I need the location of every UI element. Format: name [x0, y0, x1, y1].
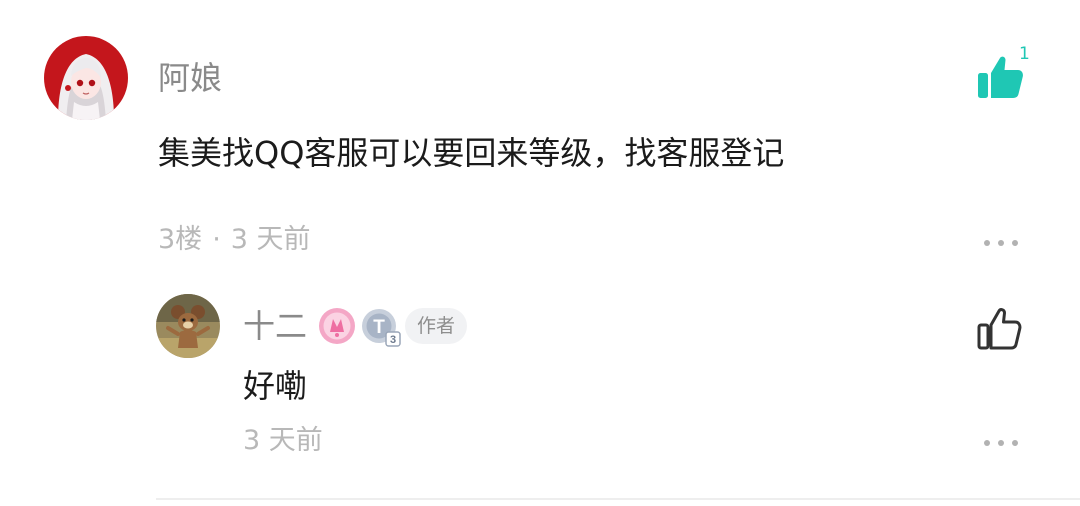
avatar[interactable] — [44, 36, 128, 120]
comment-meta: 3楼 · 3 天前 — [158, 220, 311, 260]
pink-badge-icon — [319, 308, 355, 344]
level-badge-letter: T — [373, 317, 385, 338]
level-badge-icon[interactable]: T 3 — [360, 307, 402, 347]
floor-number: 3楼 — [158, 224, 203, 255]
fan-badge-icon[interactable] — [318, 307, 356, 345]
more-options-icon[interactable] — [984, 236, 1018, 250]
reply-like-button[interactable] — [976, 306, 1022, 352]
author-tag: 作者 — [405, 308, 468, 344]
reply-more-options-icon[interactable] — [984, 436, 1018, 450]
reply-content: 好嘞 — [243, 367, 308, 405]
divider — [156, 498, 1080, 500]
comment-time: 3 天前 — [230, 224, 311, 255]
thumbs-up-outline-icon — [977, 308, 1022, 350]
reply-author-name[interactable]: 十二 — [243, 306, 307, 346]
comment-content: 集美找QQ客服可以要回来等级，找客服登记 — [158, 134, 785, 172]
reply-avatar[interactable] — [156, 294, 220, 358]
anime-girl-avatar-image — [44, 36, 128, 120]
level-badge-graphic: T 3 — [362, 309, 401, 347]
cartoon-mouse-avatar-image — [156, 294, 220, 358]
like-count: 1 — [1019, 44, 1030, 64]
level-badge-number: 3 — [390, 334, 396, 346]
meta-separator: · — [212, 224, 221, 255]
comment-author-name[interactable]: 阿娘 — [158, 56, 222, 100]
reply-time: 3 天前 — [243, 425, 323, 456]
